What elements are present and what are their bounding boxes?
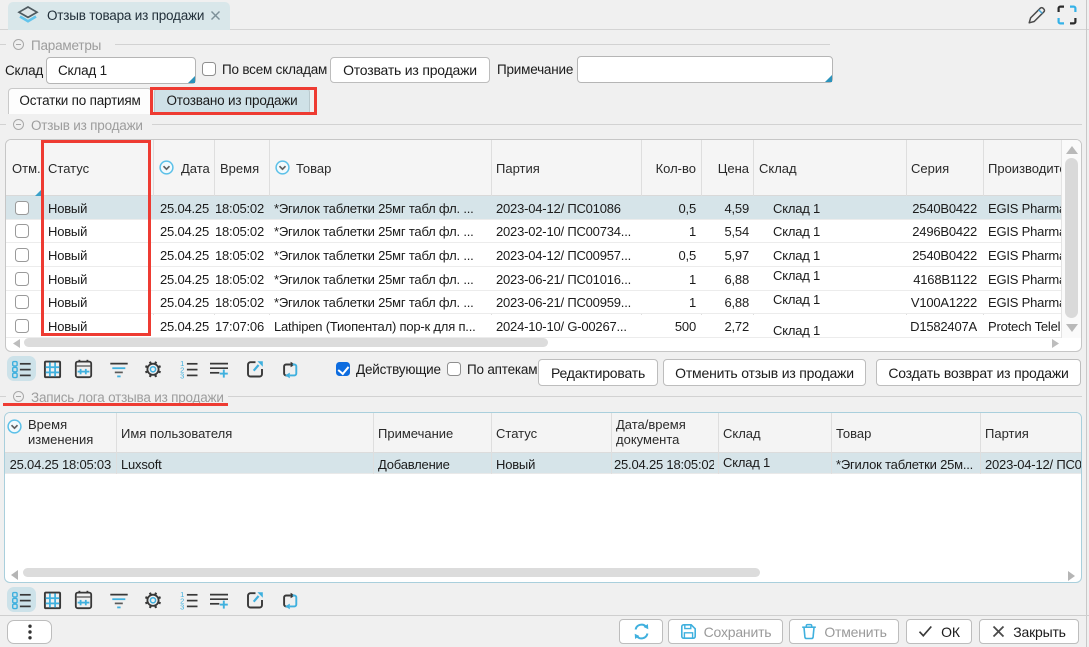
svg-text:3: 3 xyxy=(180,603,184,610)
svg-text:3: 3 xyxy=(180,372,184,379)
